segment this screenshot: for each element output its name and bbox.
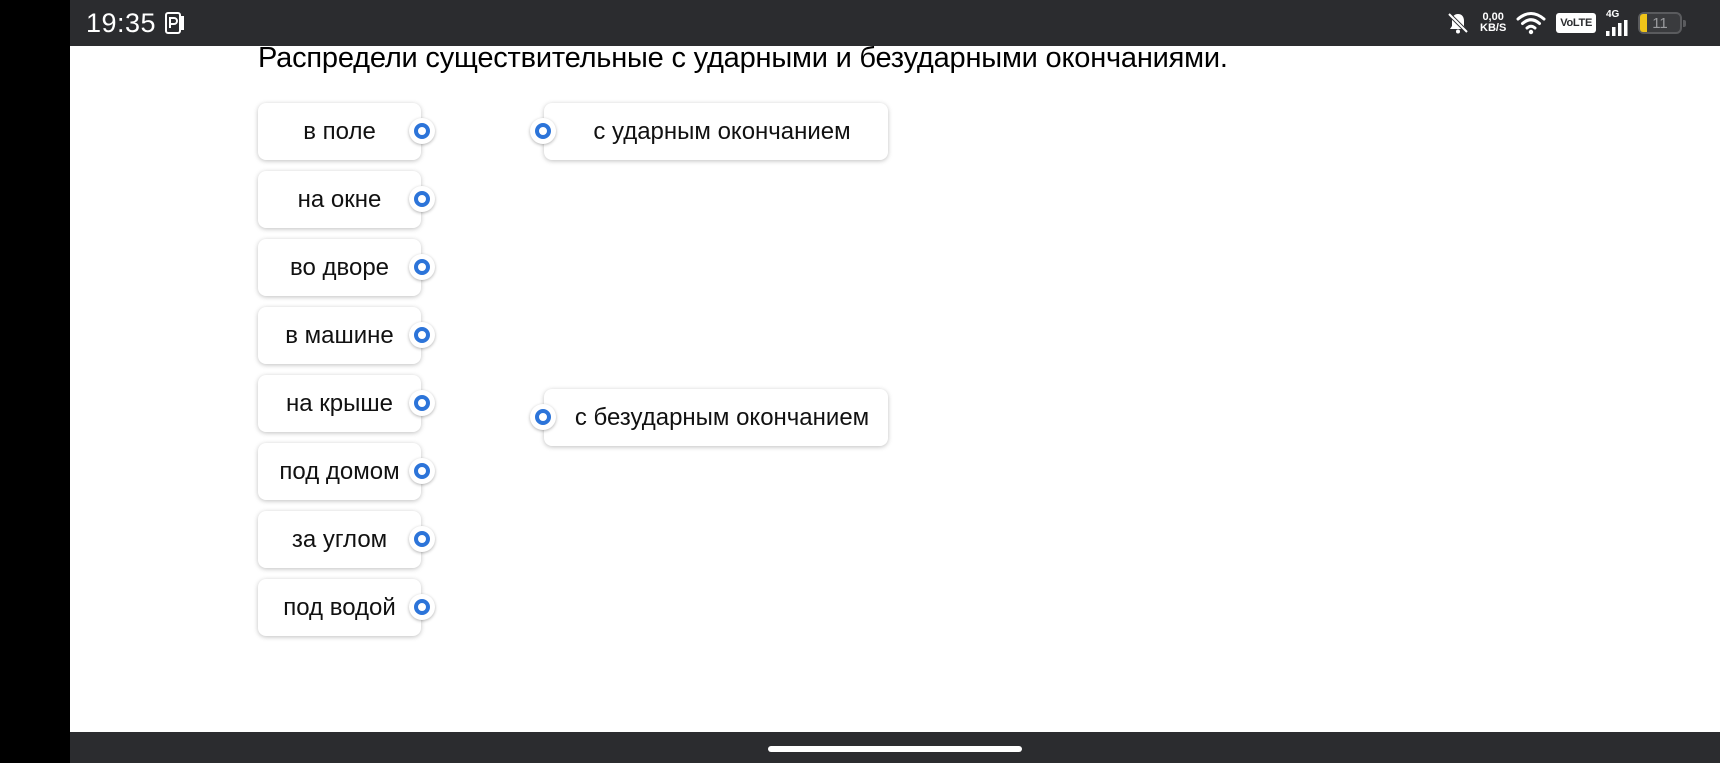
- connector-dot-icon[interactable]: [409, 458, 435, 484]
- target-label: с ударным окончанием: [593, 117, 851, 145]
- p-notification-icon: [165, 12, 184, 34]
- connector-dot-icon[interactable]: [409, 526, 435, 552]
- word-label: во дворе: [289, 253, 390, 281]
- connector-dot-icon[interactable]: [409, 254, 435, 280]
- wifi-icon: [1516, 12, 1546, 35]
- connector-dot-icon[interactable]: [530, 118, 556, 144]
- volte-badge: VoLTE: [1556, 13, 1596, 33]
- connector-dot-icon[interactable]: [409, 118, 435, 144]
- network-type: 4G: [1606, 9, 1620, 20]
- signal-icon: [1606, 20, 1628, 36]
- battery-icon: 11: [1638, 12, 1686, 34]
- word-label: за углом: [291, 525, 388, 553]
- bell-off-icon: [1447, 12, 1469, 34]
- target-label: с безударным окончанием: [574, 403, 870, 431]
- home-indicator[interactable]: [768, 746, 1022, 752]
- status-time: 19:35: [86, 8, 157, 38]
- word-card[interactable]: за углом: [258, 511, 435, 568]
- word-card[interactable]: под домом: [258, 443, 435, 500]
- word-label: под водой: [283, 593, 396, 621]
- connector-dot-icon[interactable]: [409, 186, 435, 212]
- status-icons: 0,00 KB/S VoLTE 4G 11: [1446, 6, 1686, 40]
- cellular-signal: 4G: [1606, 10, 1628, 36]
- word-label: на крыше: [286, 389, 393, 417]
- connector-dot-icon[interactable]: [409, 390, 435, 416]
- word-label: на окне: [297, 185, 382, 213]
- word-card[interactable]: на крыше: [258, 375, 435, 432]
- net-speed: 0,00 KB/S: [1480, 12, 1506, 34]
- connector-dot-icon[interactable]: [409, 594, 435, 620]
- page-title: Распредели существительные с ударными и …: [258, 42, 1228, 74]
- task-content: Распредели существительные с ударными и …: [70, 42, 1720, 732]
- word-label: в поле: [303, 117, 376, 145]
- net-speed-unit: KB/S: [1480, 22, 1507, 34]
- battery-tip: [1683, 20, 1686, 27]
- navigation-bar: [70, 732, 1720, 763]
- word-card[interactable]: во дворе: [258, 239, 435, 296]
- connector-dot-icon[interactable]: [530, 404, 556, 430]
- target-card-stressed[interactable]: с ударным окончанием: [530, 103, 888, 160]
- battery-level: 11: [1652, 15, 1668, 32]
- connector-dot-icon[interactable]: [409, 322, 435, 348]
- word-label: в машине: [285, 321, 394, 349]
- word-label: под домом: [279, 457, 400, 485]
- word-card[interactable]: в поле: [258, 103, 435, 160]
- word-card[interactable]: на окне: [258, 171, 435, 228]
- status-bar: 19:35 0,00 KB/S VoLTE 4G 11: [70, 0, 1720, 46]
- word-card[interactable]: в машине: [258, 307, 435, 364]
- word-card[interactable]: под водой: [258, 579, 435, 636]
- target-card-unstressed[interactable]: с безударным окончанием: [530, 389, 888, 446]
